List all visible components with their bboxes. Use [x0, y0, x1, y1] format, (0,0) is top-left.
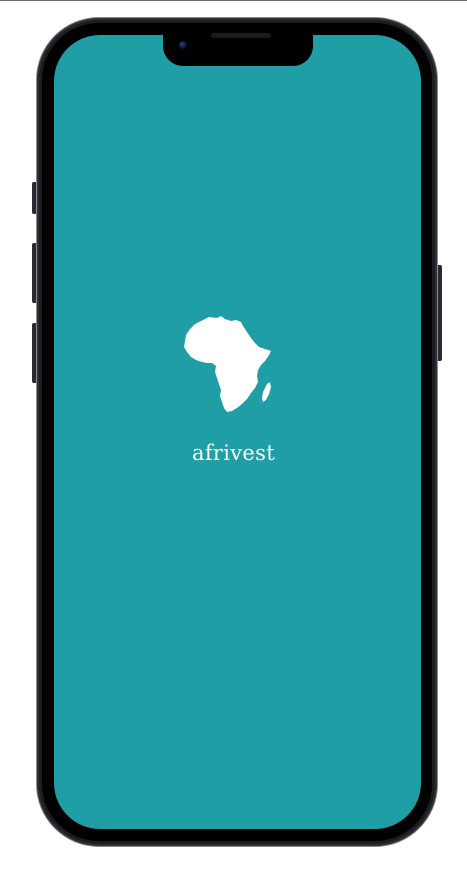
phone-notch [163, 33, 313, 66]
front-camera-icon [179, 41, 187, 49]
earpiece-speaker [211, 33, 271, 38]
splash-screen [54, 35, 421, 829]
top-divider [0, 0, 467, 1]
app-name: afrivest [192, 441, 275, 465]
africa-continent-icon [181, 314, 276, 416]
